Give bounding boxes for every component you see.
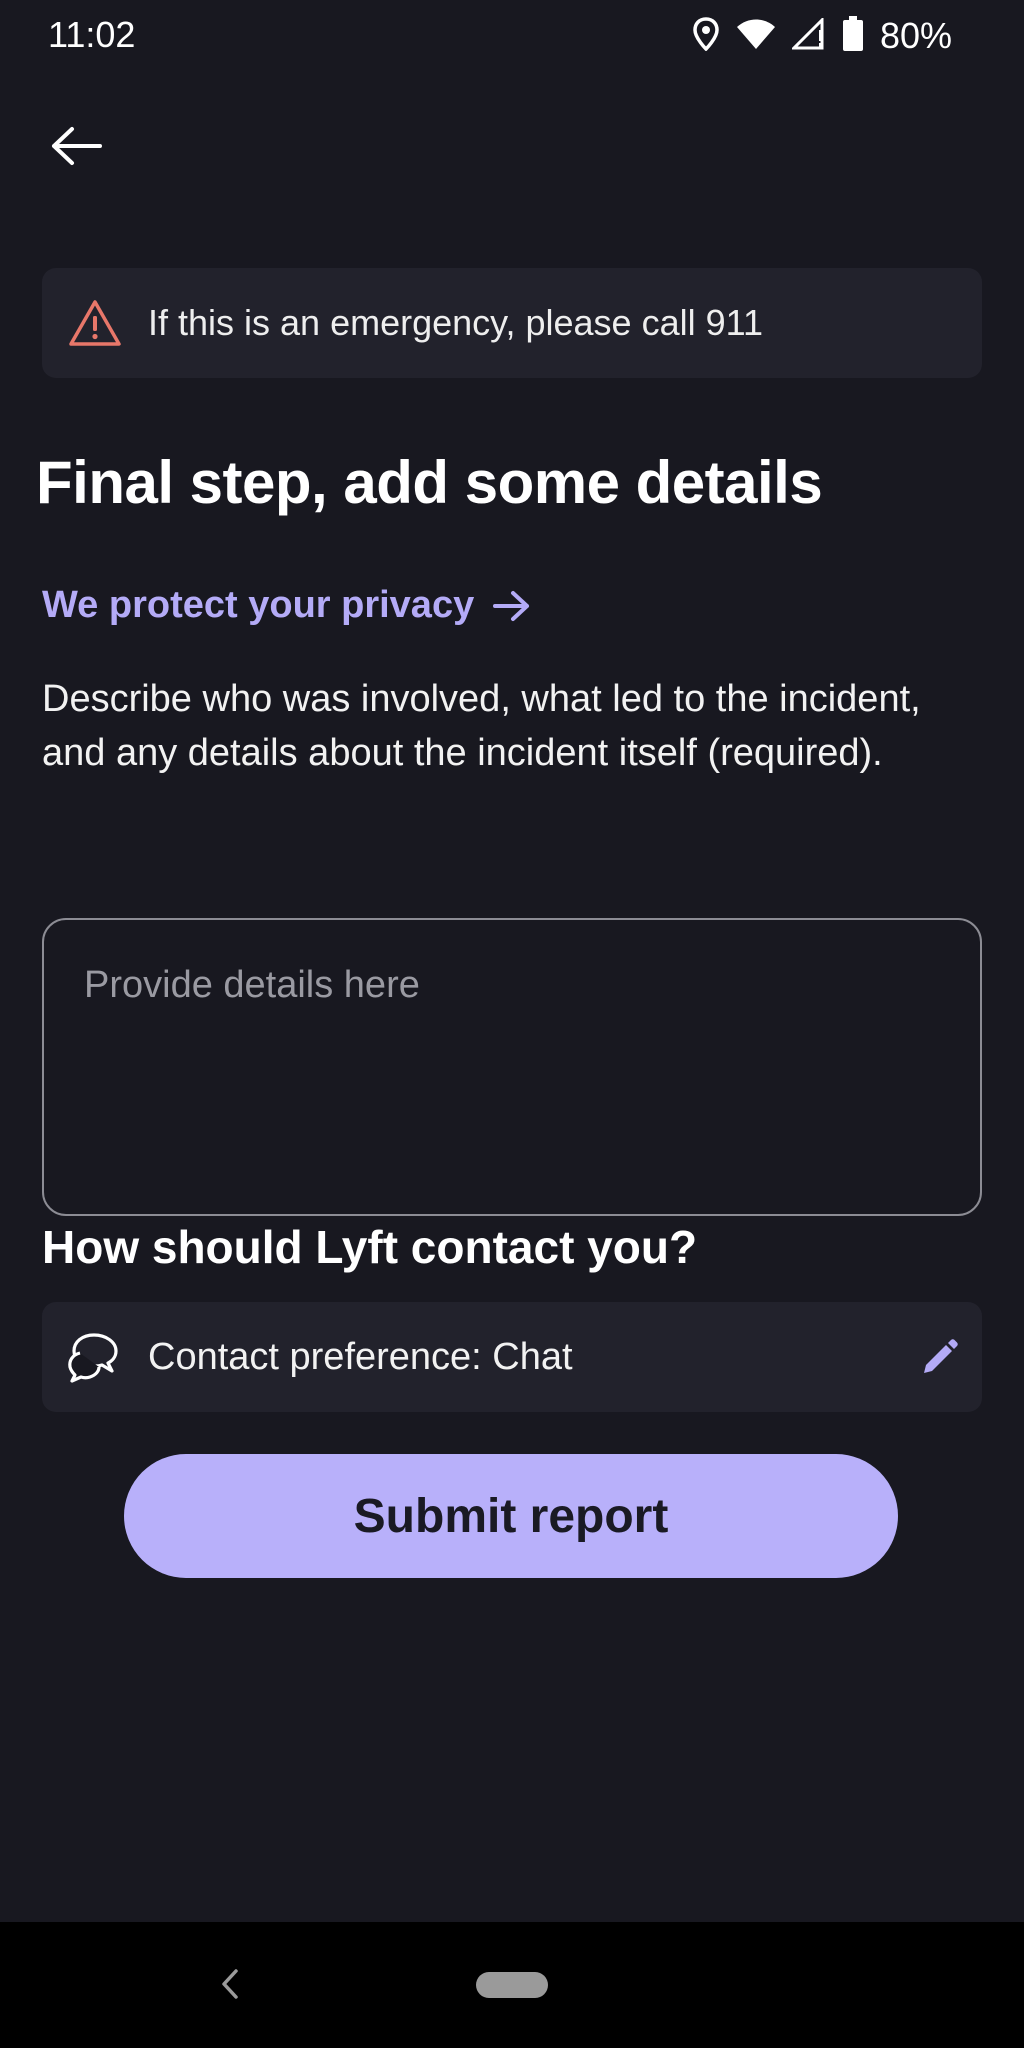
home-pill[interactable]	[476, 1972, 548, 1998]
chat-bubbles-icon	[66, 1331, 122, 1383]
battery-icon	[842, 15, 864, 57]
status-time: 11:02	[48, 14, 136, 55]
privacy-link[interactable]: We protect your privacy	[42, 584, 532, 627]
details-input[interactable]	[42, 918, 982, 1216]
contact-preference-row[interactable]: Contact preference: Chat	[42, 1302, 982, 1412]
back-button[interactable]	[40, 116, 112, 176]
arrow-right-icon	[493, 590, 530, 621]
page-title: Final step, add some details	[36, 449, 823, 516]
status-bar: 11:02 80%	[0, 0, 1024, 72]
emergency-banner: If this is an emergency, please call 911	[42, 268, 982, 378]
signal-icon	[790, 15, 826, 55]
contact-heading: How should Lyft contact you?	[42, 1221, 698, 1273]
status-icons: 80%	[692, 14, 952, 58]
contact-preference-label: Contact preference: Chat	[148, 1335, 573, 1378]
location-icon	[692, 16, 720, 56]
arrow-left-icon	[52, 127, 102, 165]
emergency-text: If this is an emergency, please call 911	[148, 302, 763, 343]
system-nav-bar	[0, 1922, 1024, 2048]
pencil-icon[interactable]	[920, 1337, 960, 1377]
wifi-icon	[736, 18, 776, 55]
battery-percent: 80%	[879, 15, 952, 56]
warning-triangle-icon	[68, 299, 122, 347]
privacy-link-label: We protect your privacy	[42, 584, 475, 626]
description-text: Describe who was involved, what led to t…	[42, 678, 921, 774]
chevron-left-icon	[222, 1969, 238, 1999]
submit-report-button[interactable]: Submit report	[124, 1454, 898, 1578]
system-back-button[interactable]	[210, 1962, 250, 2006]
